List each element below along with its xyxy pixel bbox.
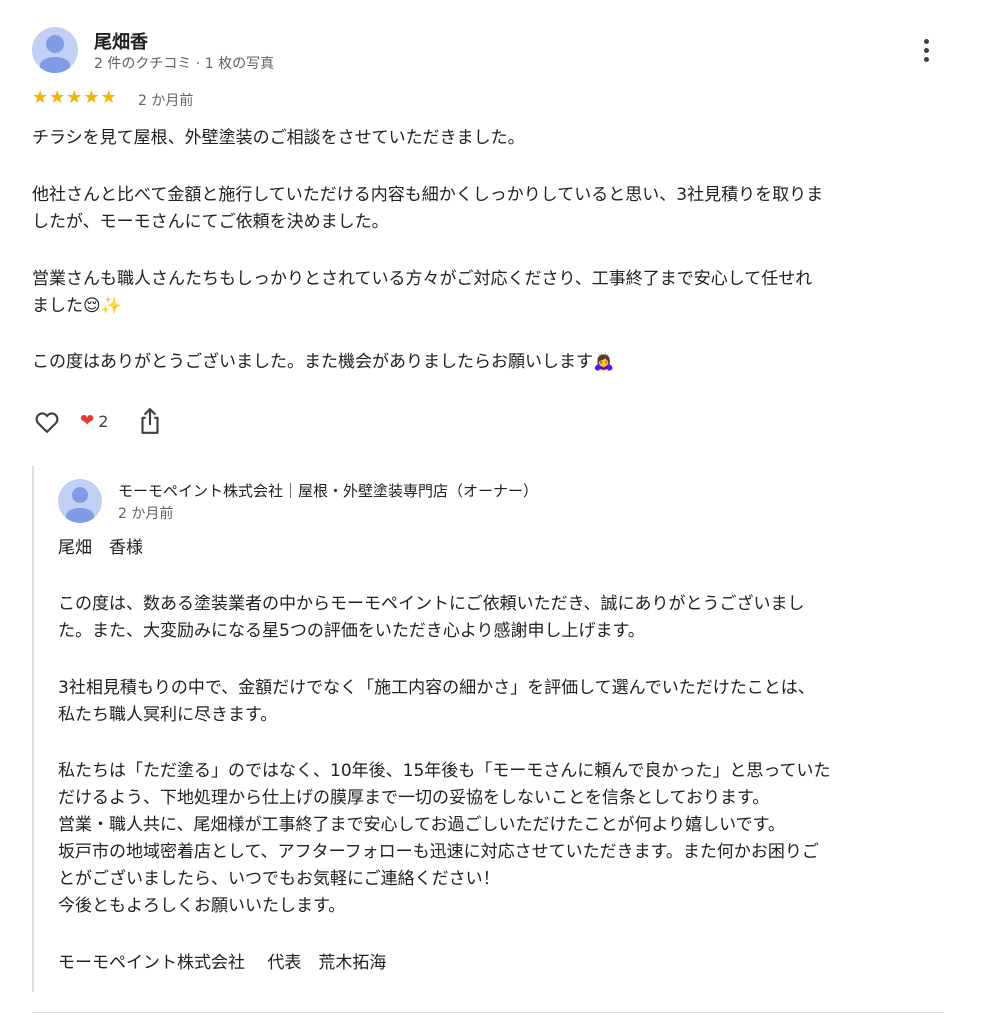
star-icon: ★ xyxy=(66,87,83,108)
share-icon xyxy=(141,408,159,434)
star-icon: ★ xyxy=(32,87,49,108)
reply-text-line: 今後ともよろしくお願いいたします。 xyxy=(58,896,346,916)
review-text-line: ました😌✨ xyxy=(32,296,122,316)
star-icon: ★ xyxy=(83,87,100,108)
more-vert-icon xyxy=(924,57,929,62)
reply-text-line: た。また、大変励みになる星5つの評価をいただき心より感謝申し上げます。 xyxy=(58,621,645,641)
avatar-body xyxy=(40,57,70,73)
share-button[interactable] xyxy=(137,406,163,436)
reply-text-line: 尾畑 香様 xyxy=(58,538,143,558)
review-text-line: チラシを見て屋根、外壁塗装のご相談をさせていただきました。 xyxy=(32,128,525,148)
review-date: 2 か月前 xyxy=(138,93,194,109)
star-icon: ★ xyxy=(49,87,66,108)
bottom-divider xyxy=(32,1012,944,1013)
more-vert-icon xyxy=(924,39,929,44)
reply-text-line: 3社相見積もりの中で、金額だけでなく「施工内容の細かさ」を評価して選んでいただけ… xyxy=(58,678,815,698)
avatar-head xyxy=(46,35,64,53)
like-button[interactable] xyxy=(32,408,62,436)
more-vert-icon xyxy=(924,48,929,53)
owner-avatar[interactable] xyxy=(58,479,102,523)
reply-text-line: 坂戸市の地域密着店として、アフターフォローも迅速に対応させていただきます。また何… xyxy=(58,842,819,862)
review-text-line: 他社さんと比べて金額と施行していただける内容も細かくしっかりしていると思い、3社… xyxy=(32,185,824,205)
red-heart-icon: ❤ xyxy=(80,411,95,431)
star-icon: ★ xyxy=(100,87,117,108)
owner-name: モーモペイント株式会社｜屋根・外壁塗装専門店（オーナー） xyxy=(118,482,539,500)
more-options-button[interactable] xyxy=(914,36,940,66)
reply-text-line: 私たちは「ただ塗る」のではなく、10年後、15年後も「モーモさんに頼んで良かった… xyxy=(58,761,831,781)
reviewer-avatar[interactable] xyxy=(32,27,78,73)
owner-reply-date: 2 か月前 xyxy=(118,506,174,522)
reply-signature: モーモペイント株式会社 代表 荒木拓海 xyxy=(58,953,387,973)
review-text-line: したが、モーモさんにてご依頼を決めました。 xyxy=(32,212,389,232)
avatar-body xyxy=(66,508,94,523)
reply-text-line: この度は、数ある塗装業者の中からモーモペイントにご依頼いただき、誠にありがとうご… xyxy=(58,594,805,614)
reply-divider-bar xyxy=(32,466,34,992)
star-rating: ★ ★ ★ ★ ★ xyxy=(32,89,117,107)
reviewer-name[interactable]: 尾畑香 xyxy=(94,28,148,54)
heart-outline-icon xyxy=(35,412,59,433)
avatar-head xyxy=(72,487,88,503)
reply-text-line: 営業・職人共に、尾畑様が工事終了まで安心してお過ごしいただけたことが何より嬉しい… xyxy=(58,815,785,835)
reply-text-line: とがございましたら、いつでもお気軽にご連絡ください！ xyxy=(58,869,500,889)
reaction-summary[interactable]: ❤ 2 xyxy=(80,411,108,431)
reply-text-line: だけるよう、下地処理から仕上げの膜厚まで一切の妥協をしないことを信条としておりま… xyxy=(58,788,770,808)
reviewer-meta: 2 件のクチコミ · 1 枚の写真 xyxy=(94,56,275,72)
reaction-count: 2 xyxy=(98,411,109,431)
reply-text-line: 私たち職人冥利に尽きます。 xyxy=(58,705,278,725)
review-text-line: この度はありがとうございました。また機会がありましたらお願いします🙇‍♀️ xyxy=(32,352,615,372)
review-text-line: 営業さんも職人さんたちもしっかりとされている方々がご対応くださり、工事終了まで安… xyxy=(32,269,813,289)
